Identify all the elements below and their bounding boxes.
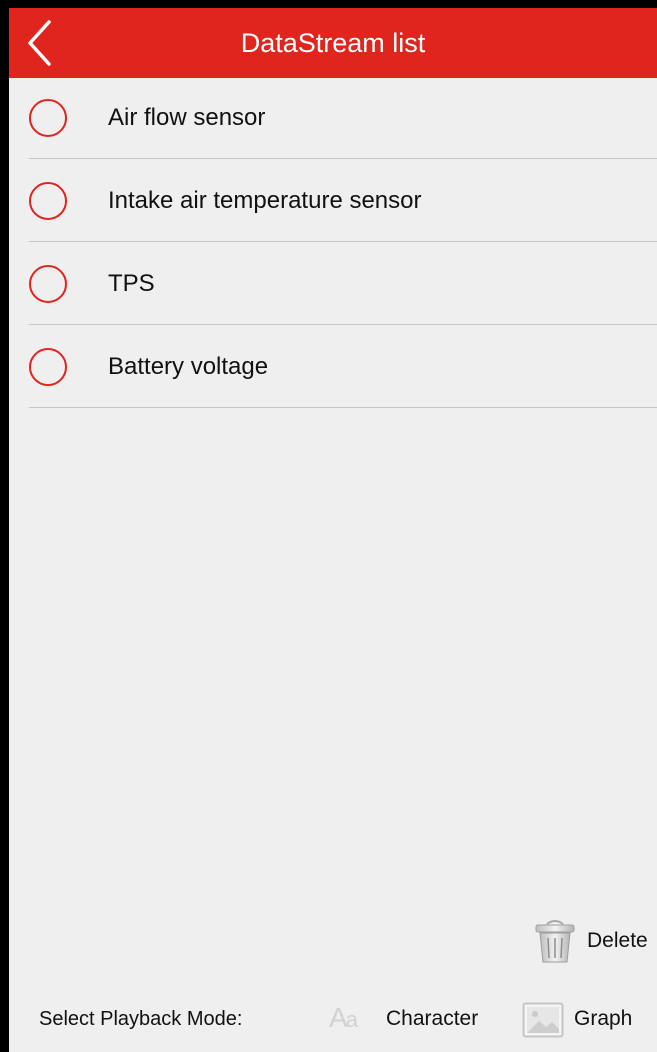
divider <box>29 324 657 325</box>
title-bar: DataStream list <box>9 8 657 78</box>
list-item[interactable]: Air flow sensor <box>9 78 657 161</box>
radio-button[interactable] <box>29 182 67 220</box>
datastream-list: Air flow sensor Intake air temperature s… <box>9 78 657 410</box>
list-item-label: Battery voltage <box>108 353 269 380</box>
list-item[interactable]: Intake air temperature sensor <box>9 161 657 244</box>
list-item-label: Air flow sensor <box>108 104 266 131</box>
radio-button[interactable] <box>29 265 67 303</box>
playback-mode-prompt: Select Playback Mode: <box>39 1008 243 1030</box>
trash-icon <box>535 920 575 963</box>
character-mode-button[interactable]: Aa Character <box>329 996 499 1042</box>
list-item[interactable]: TPS <box>9 244 657 327</box>
divider <box>29 241 657 242</box>
radio-button[interactable] <box>29 348 67 386</box>
graph-mode-button[interactable]: Graph <box>522 996 652 1042</box>
font-icon: Aa <box>329 1002 358 1033</box>
page-title: DataStream list <box>240 28 426 58</box>
list-item-label: TPS <box>108 270 155 297</box>
delete-button[interactable]: Delete <box>530 916 657 966</box>
image-icon <box>522 1002 564 1038</box>
divider <box>29 407 657 408</box>
radio-button[interactable] <box>29 99 67 137</box>
screen: DataStream list Air flow sensor Intake a… <box>9 8 657 1052</box>
list-item-label: Intake air temperature sensor <box>108 187 422 214</box>
list-item[interactable]: Battery voltage <box>9 327 657 410</box>
graph-mode-label: Graph <box>574 1007 633 1030</box>
playback-mode-bar: Select Playback Mode: Aa Character Graph <box>9 996 657 1044</box>
character-mode-label: Character <box>386 1007 479 1030</box>
delete-label: Delete <box>587 929 648 952</box>
divider <box>29 158 657 159</box>
